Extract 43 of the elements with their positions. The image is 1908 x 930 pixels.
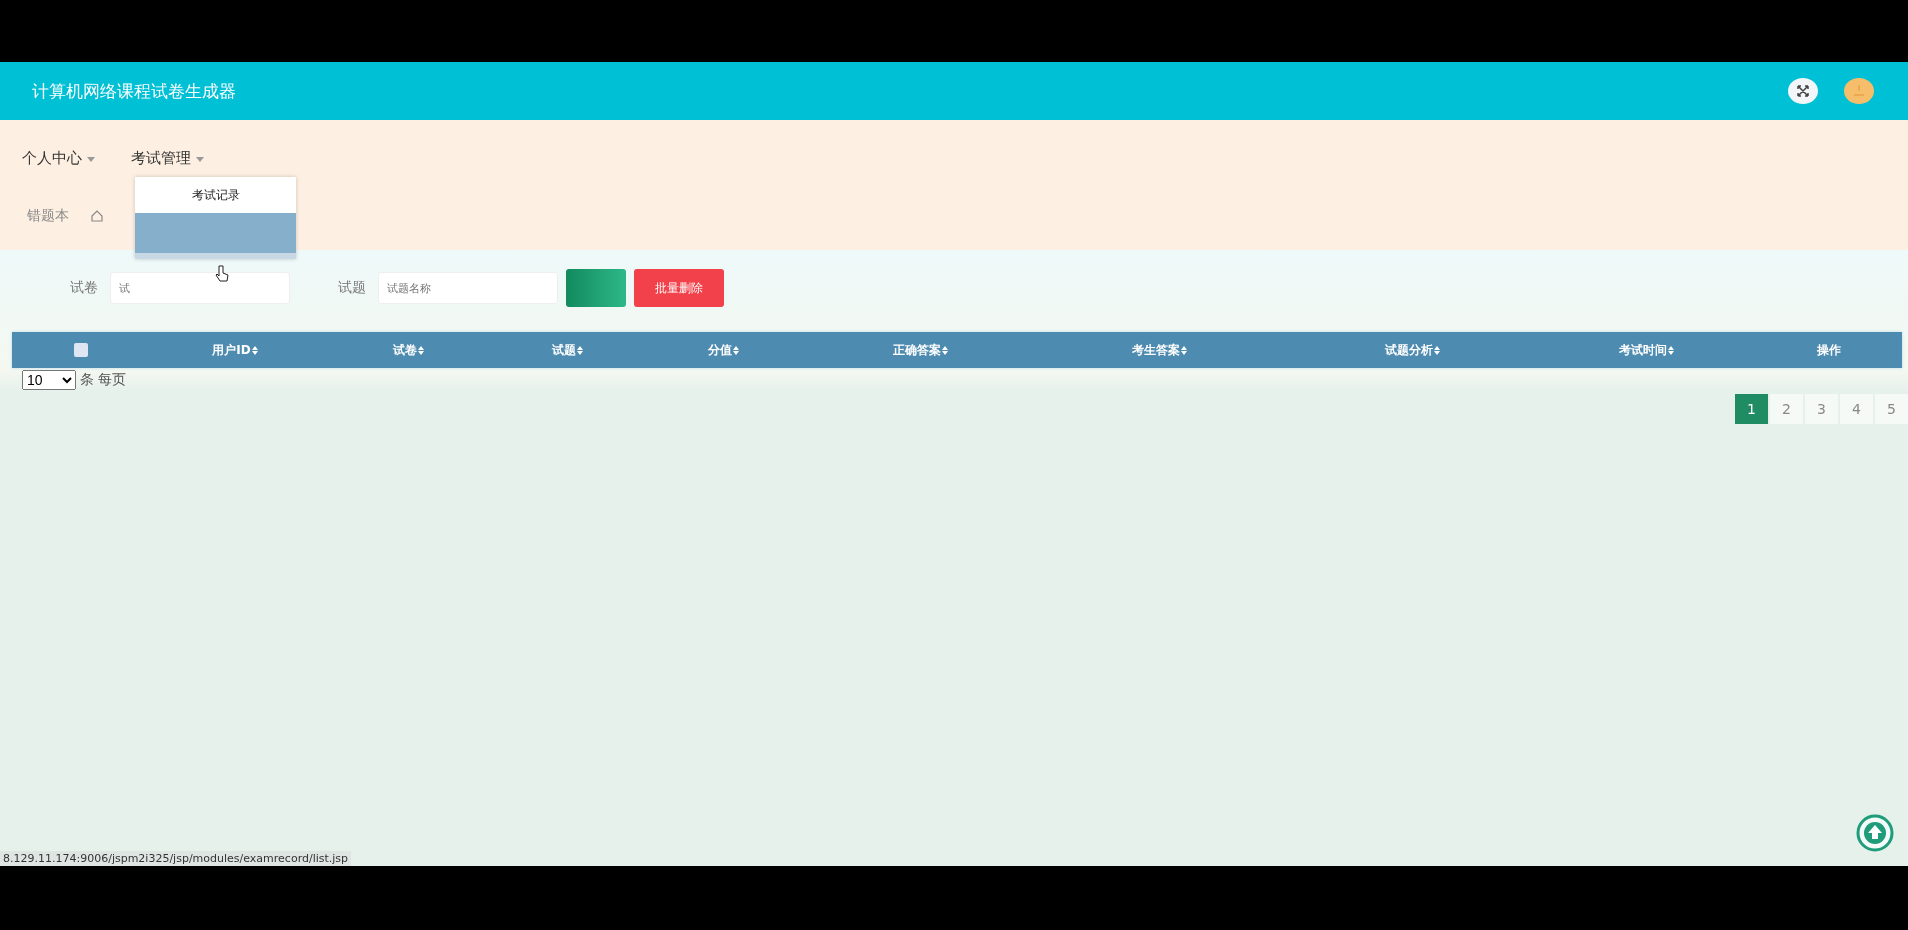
page-size-label: 条 每页 (80, 371, 127, 389)
fullscreen-icon[interactable] (1788, 78, 1818, 104)
nav-menu[interactable]: 考试管理 (131, 146, 204, 170)
back-to-top-icon[interactable] (1856, 814, 1894, 852)
sort-icon[interactable] (732, 345, 739, 355)
field-label: 试卷 (70, 279, 98, 297)
sort-icon[interactable] (576, 345, 583, 355)
column-header[interactable]: 考试时间 (1619, 341, 1667, 359)
column-header[interactable]: 试题 (551, 341, 576, 359)
nav-menu[interactable]: 个人中心 (22, 146, 95, 170)
sort-icon[interactable] (1668, 345, 1674, 355)
column-header[interactable]: 试卷 (393, 341, 417, 359)
dropdown-item[interactable] (135, 212, 296, 253)
page-button[interactable]: 2 (1770, 394, 1803, 424)
field-label: 试题 (338, 279, 366, 297)
select-all-checkbox[interactable] (73, 343, 88, 357)
page-button[interactable]: 3 (1805, 394, 1838, 424)
pointer-cursor-icon (215, 264, 229, 283)
search-field[interactable]: 试题名称 (378, 272, 558, 304)
column-header[interactable]: 正确答案 (893, 341, 941, 359)
nav-link[interactable]: 错题本 (27, 207, 69, 225)
caret-icon (87, 156, 95, 162)
sort-icon[interactable] (251, 345, 258, 355)
dropdown-item[interactable]: 考试记录 (135, 176, 296, 213)
search-field[interactable]: 试 (110, 272, 290, 304)
sort-icon[interactable] (1181, 345, 1187, 355)
page-size-select[interactable]: 10 (22, 370, 76, 390)
sort-icon[interactable] (418, 345, 424, 355)
status-url: 8.129.11.174:9006/jspm2i325/jsp/modules/examrecord/list.jsp (0, 851, 352, 866)
column-header[interactable]: 试题分析 (1384, 341, 1433, 359)
sort-icon[interactable] (942, 345, 948, 355)
column-header[interactable]: 分值 (707, 341, 732, 359)
page-button[interactable]: 4 (1840, 394, 1873, 424)
app-title: 计算机网络课程试卷生成器 (32, 79, 236, 103)
column-header[interactable]: 考生答案 (1132, 341, 1180, 359)
sort-icon[interactable] (1433, 345, 1440, 355)
page-button[interactable]: 1 (1735, 394, 1768, 424)
home-icon[interactable] (91, 210, 103, 222)
batch-delete-button[interactable]: 批量删除 (634, 269, 724, 307)
column-header: 操作 (1816, 341, 1841, 359)
page-button[interactable]: 5 (1875, 394, 1908, 424)
column-header[interactable]: 用户ID (212, 341, 251, 359)
caret-icon (196, 156, 204, 162)
